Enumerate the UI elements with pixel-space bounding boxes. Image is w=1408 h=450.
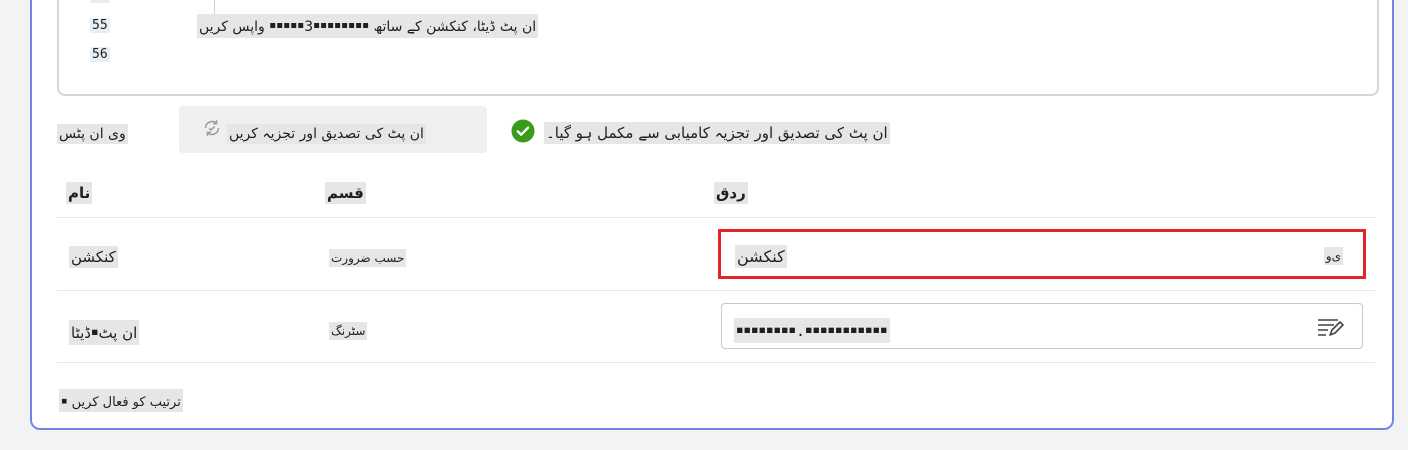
row-type: حسب ضرورت <box>329 249 407 267</box>
row-name: ان پٹ￭ڈیٹا <box>69 320 140 345</box>
row-divider <box>57 362 1375 363</box>
refresh-check-icon <box>204 120 220 136</box>
validate-button-label: ان پٹ کی تصدیق اور تجزیہ کریں <box>227 124 426 144</box>
select-suffix: ی‌و <box>1323 247 1343 265</box>
row-type: سٹرنگ <box>329 322 368 340</box>
row-name: کنکشن <box>69 246 118 268</box>
line-number: 56 <box>90 47 110 62</box>
input-data-field[interactable]: ￭￭￭￭￭￭￭￭.￭￭￭￭￭￭￭￭￭￭￭ <box>721 303 1363 349</box>
row-divider <box>57 290 1375 291</box>
code-line: ان پٹ ڈیٹا، کنکشن کے ساتھ ￭￭￭￭￭￭￭￭3￭￭￭￭￭… <box>197 14 539 38</box>
input-data-value: ￭￭￭￭￭￭￭￭.￭￭￭￭￭￭￭￭￭￭￭ <box>734 318 890 343</box>
column-header-value: ردق <box>714 182 748 204</box>
line-number: 55 <box>90 18 110 33</box>
select-value: کنکشن <box>735 245 787 268</box>
validate-and-parse-button[interactable]: ان پٹ کی تصدیق اور تجزیہ کریں <box>179 106 487 153</box>
column-header-name: نام <box>66 182 93 204</box>
enable-reorder-toggle[interactable]: ￭ ترتیب کو فعال کریں <box>59 389 183 412</box>
inputs-label: وی ان پٹس <box>57 124 128 144</box>
success-check-icon <box>511 119 535 143</box>
line-number: 54 <box>90 0 110 3</box>
success-message: ان پٹ کی تصدیق اور تجزیہ کامیابی سے مکمل… <box>544 122 890 144</box>
edit-text-icon[interactable] <box>1316 316 1344 338</box>
connection-select[interactable]: کنکشن ی‌و <box>718 229 1366 279</box>
row-divider <box>57 217 1375 218</box>
column-header-type: قسم <box>325 182 366 204</box>
